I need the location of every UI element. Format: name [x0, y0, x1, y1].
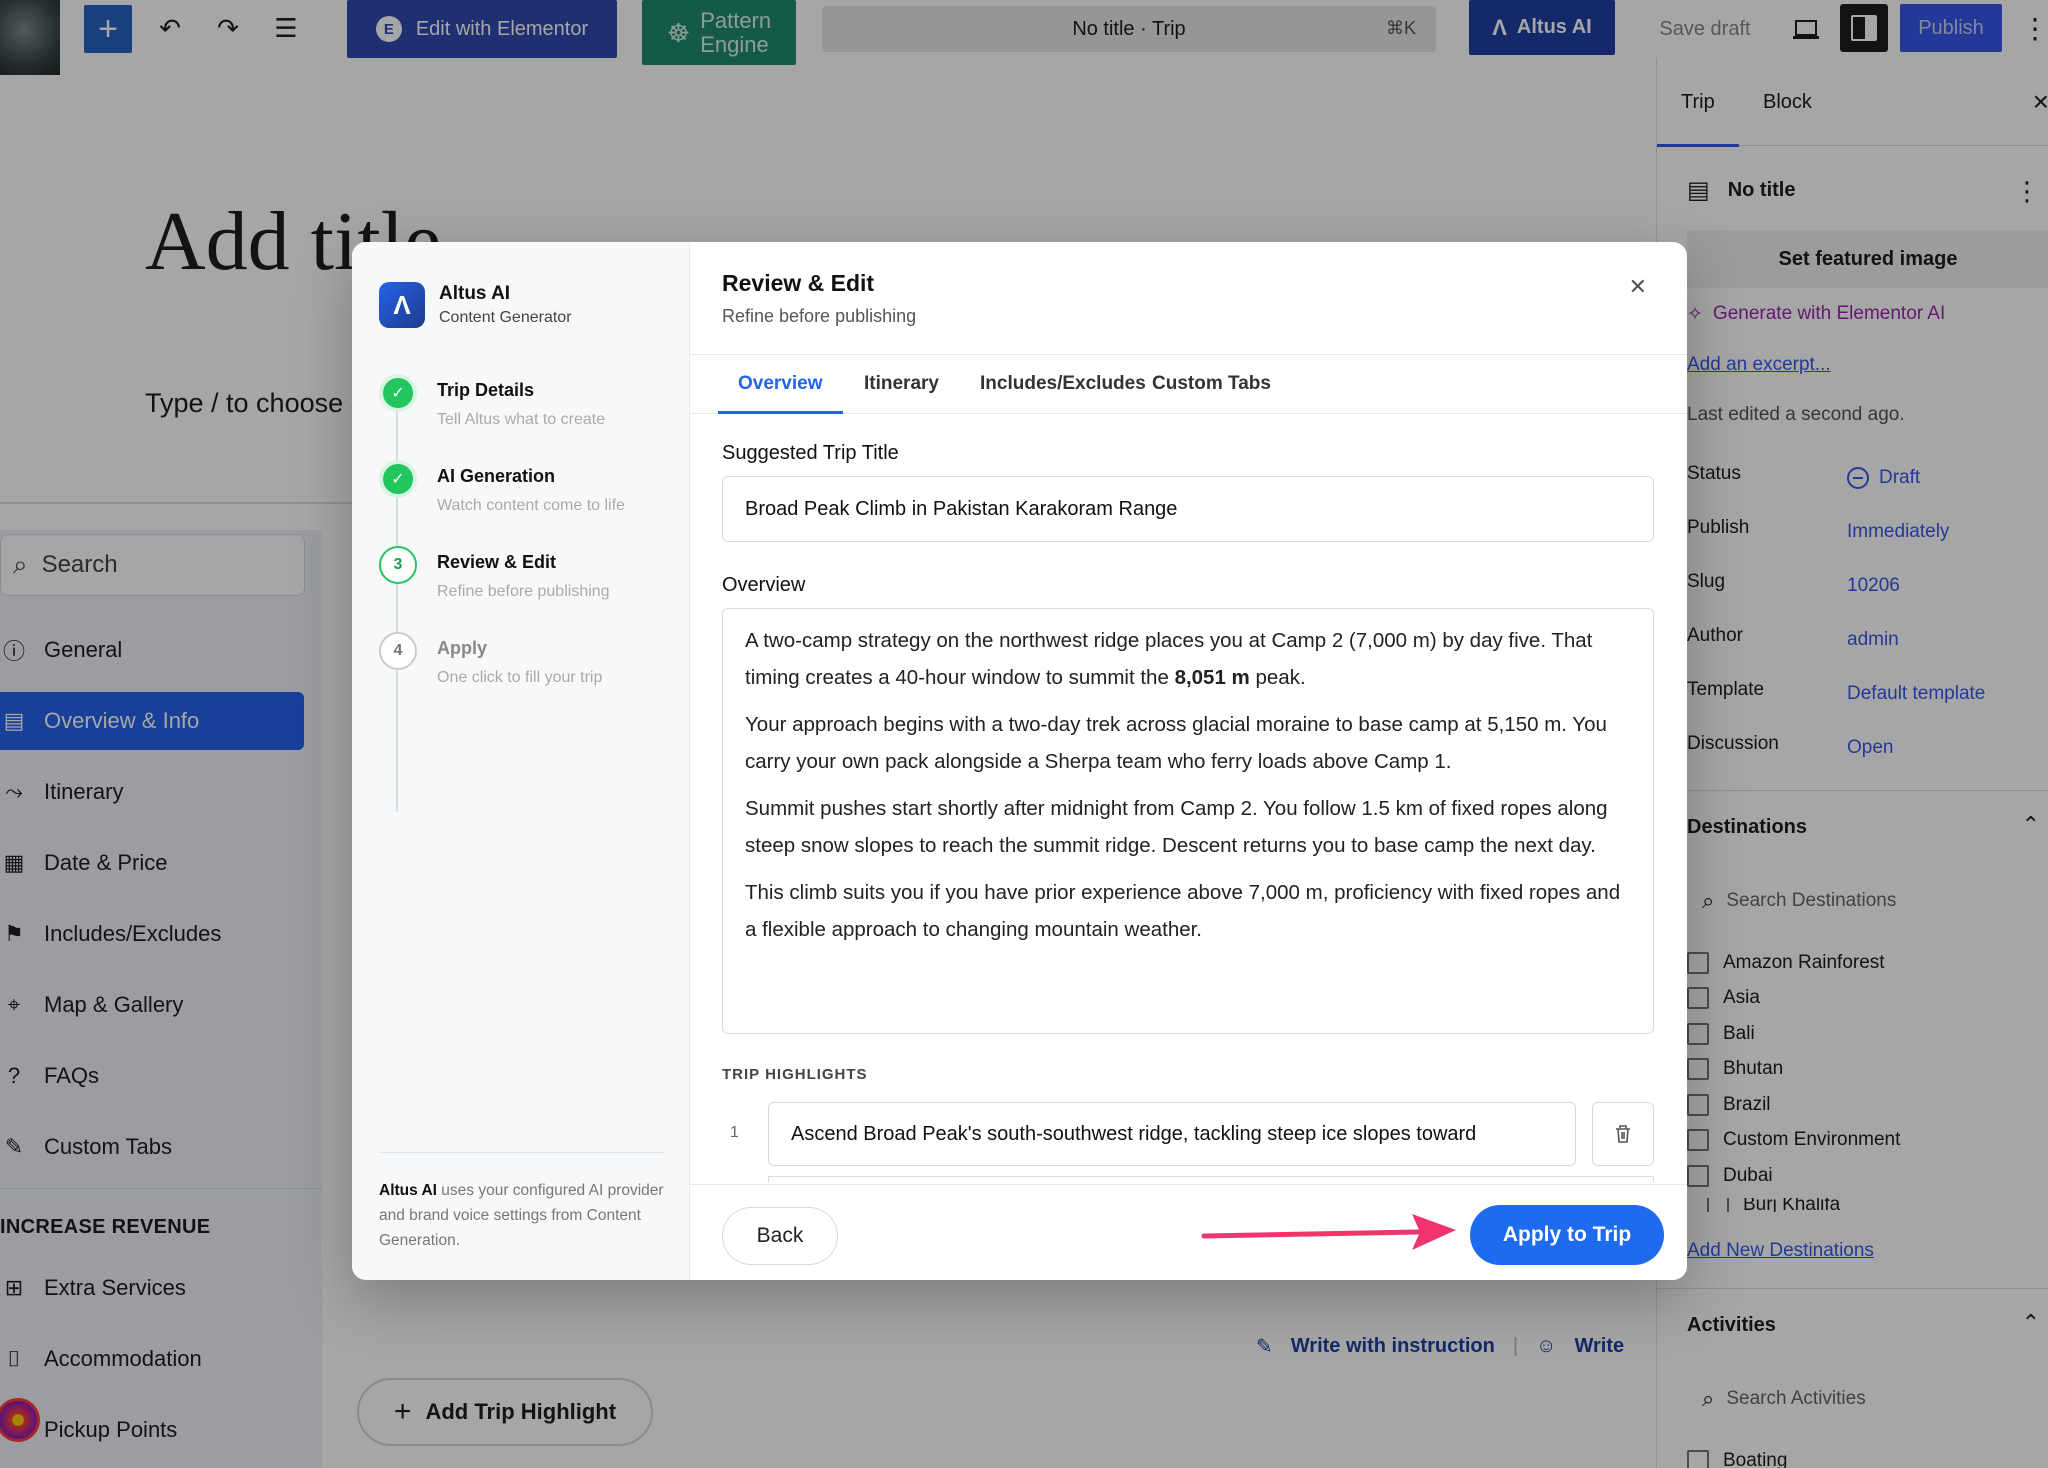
step-title: Review & Edit: [437, 552, 557, 572]
highlight-row: [768, 1176, 1654, 1182]
modal-title: Review & Edit: [722, 270, 875, 296]
overview-paragraph: This climb suits you if you have prior e…: [745, 881, 1621, 941]
brand-header: Ʌ Altus AI Content Generator: [379, 282, 572, 328]
check-icon: ✓: [379, 460, 417, 498]
highlight-input[interactable]: Ascend Broad Peak's south-southwest ridg…: [768, 1102, 1576, 1166]
brand-subtitle: Content Generator: [439, 309, 572, 326]
step-subtitle: Tell Altus what to create: [437, 411, 606, 428]
divider: [379, 1152, 665, 1153]
step-ai-generation[interactable]: ✓ AI Generation Watch content come to lif…: [379, 460, 625, 515]
altus-ai-modal: Ʌ Altus AI Content Generator ✓ Trip Deta…: [352, 242, 1687, 1280]
step-subtitle: Refine before publishing: [437, 583, 610, 600]
step-title: AI Generation: [437, 466, 556, 486]
arrow-annotation-icon: [1201, 1214, 1456, 1250]
brand-name: Altus AI: [439, 283, 511, 304]
altus-logo-icon: Ʌ: [379, 282, 425, 328]
step-subtitle: Watch content come to life: [437, 497, 625, 514]
step-title: Trip Details: [437, 380, 535, 400]
close-icon[interactable]: ✕: [1629, 274, 1647, 300]
review-content: Review & Edit Refine before publishing ✕…: [690, 242, 1687, 1280]
overview-paragraph: A two-camp strategy on the northwest rid…: [745, 629, 1593, 689]
review-tabs: Overview Itinerary Includes/Excludes Cus…: [690, 354, 1687, 414]
modal-subtitle: Refine before publishing: [722, 306, 917, 326]
overview-textarea[interactable]: A two-camp strategy on the northwest rid…: [722, 608, 1654, 1034]
step-connector: [396, 392, 398, 812]
check-icon: ✓: [379, 374, 417, 412]
step-subtitle: One click to fill your trip: [437, 669, 603, 686]
step-title: Apply: [437, 638, 488, 658]
modal-footer: Back Apply to Trip: [690, 1184, 1687, 1280]
apply-to-trip-button[interactable]: Apply to Trip: [1470, 1205, 1664, 1265]
trash-svg: [1616, 1125, 1630, 1143]
provider-note: Altus AI uses your configured AI provide…: [379, 1182, 664, 1249]
overview-paragraph: Summit pushes start shortly after midnig…: [745, 797, 1608, 857]
highlight-number: 1: [730, 1124, 739, 1141]
suggested-title-input[interactable]: Broad Peak Climb in Pakistan Karakoram R…: [722, 476, 1654, 542]
tab-overview[interactable]: Overview: [718, 355, 842, 414]
suggested-title-label: Suggested Trip Title: [722, 442, 899, 464]
tab-includes-excludes[interactable]: Includes/Excludes: [980, 355, 1146, 413]
step-review-edit[interactable]: 3 Review & Edit Refine before publishing: [379, 546, 610, 601]
step-apply[interactable]: 4 Apply One click to fill your trip: [379, 632, 602, 687]
step-number: 3: [379, 546, 417, 584]
back-button[interactable]: Back: [722, 1207, 838, 1265]
overview-paragraph: Your approach begins with a two-day trek…: [745, 713, 1607, 773]
tab-custom-tabs[interactable]: Custom Tabs: [1152, 355, 1271, 413]
step-number: 4: [379, 632, 417, 670]
trash-icon[interactable]: [1592, 1102, 1654, 1166]
overview-label: Overview: [722, 574, 806, 596]
trip-highlights-label: TRIP HIGHLIGHTS: [722, 1066, 868, 1083]
step-trip-details[interactable]: ✓ Trip Details Tell Altus what to create: [379, 374, 605, 429]
steps-panel: Ʌ Altus AI Content Generator ✓ Trip Deta…: [352, 242, 690, 1280]
highlight-row: 1 Ascend Broad Peak's south-southwest ri…: [722, 1102, 1654, 1166]
tab-itinerary[interactable]: Itinerary: [864, 355, 939, 413]
